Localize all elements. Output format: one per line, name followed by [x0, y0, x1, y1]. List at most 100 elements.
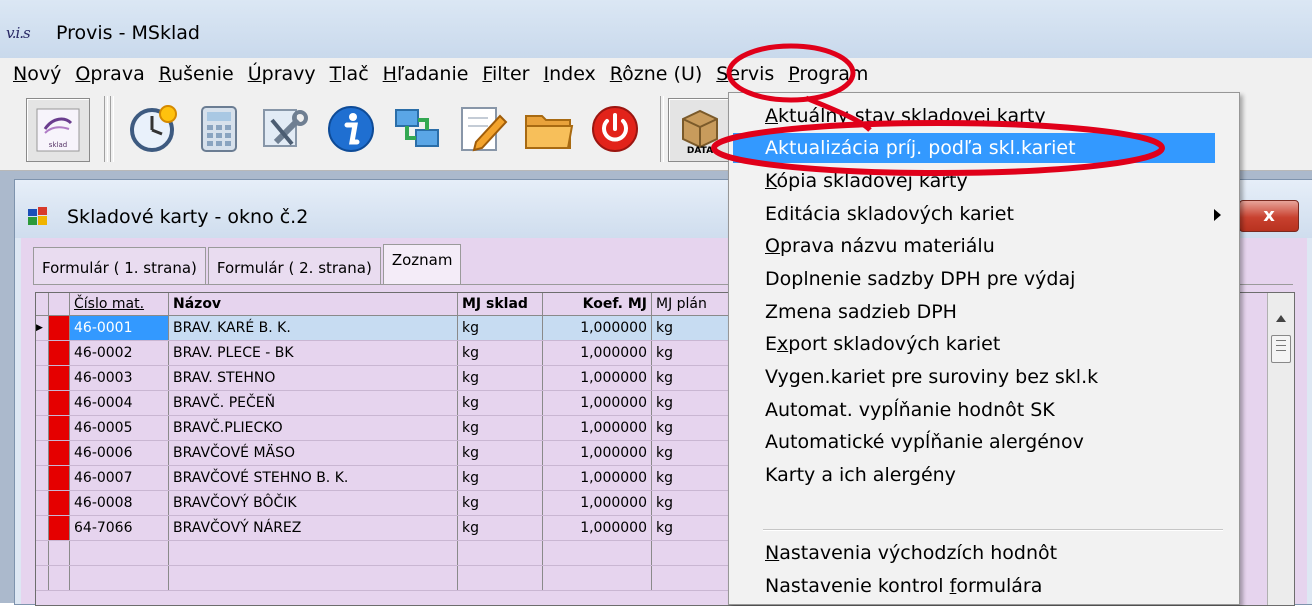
cell-cislo-mat[interactable]: 46-0007	[69, 465, 169, 491]
cell-cislo-mat[interactable]: 64-7066	[69, 515, 169, 541]
column-header-koef-mj[interactable]: Koef. MJ	[542, 293, 652, 316]
menu-item-export-skladovych-kariet[interactable]: Export skladových kariet	[765, 329, 1000, 359]
menu-item-doplnenie-sadzby-dph-pre-vydaj[interactable]: Doplnenie sadzby DPH pre výdaj	[765, 264, 1075, 294]
table-row[interactable]: 46-0002 BRAV. PLECE - BK kg 1,000000 kg	[36, 340, 731, 366]
tab-zoznam[interactable]: Zoznam	[382, 244, 462, 285]
cell-mj-plan[interactable]	[651, 540, 731, 566]
cell-cislo-mat[interactable]: 46-0005	[69, 415, 169, 441]
menu-servis[interactable]: Servis	[709, 59, 781, 89]
cell-koef-mj[interactable]: 1,000000	[542, 315, 652, 341]
data-button[interactable]: DATA	[668, 98, 732, 162]
cell-koef-mj[interactable]: 1,000000	[542, 465, 652, 491]
menu-upravy[interactable]: Úpravy	[241, 59, 323, 89]
menu-index[interactable]: Index	[536, 59, 602, 89]
cell-mj-plan[interactable]: kg	[651, 515, 731, 541]
cell-nazov[interactable]	[168, 565, 458, 591]
menu-oprava[interactable]: Oprava	[68, 59, 151, 89]
cell-mj-sklad[interactable]: kg	[457, 415, 543, 441]
menu-item-vygen-kariet-pre-suroviny-bez-skl-k[interactable]: Vygen.kariet pre suroviny bez skl.k	[765, 362, 1098, 392]
cell-mj-sklad[interactable]	[457, 565, 543, 591]
scroll-thumb[interactable]	[1271, 335, 1291, 363]
tab-formular-1[interactable]: Formulár ( 1. strana)	[33, 247, 206, 284]
clock-button[interactable]	[122, 98, 184, 160]
menu-item-aktualny-stav-skladovej-karty[interactable]: Aktuálny stav skladovej karty	[765, 101, 1046, 131]
menu-hladanie[interactable]: Hľadanie	[376, 59, 476, 89]
cell-nazov[interactable]: BRAVČOVÉ STEHNO B. K.	[168, 465, 458, 491]
cell-nazov[interactable]: BRAVČOVÝ NÁREZ	[168, 515, 458, 541]
menu-filter[interactable]: Filter	[475, 59, 536, 89]
table-row[interactable]: ▶ 46-0001 BRAV. KARÉ B. K. kg 1,000000 kg	[36, 315, 731, 341]
cell-cislo-mat[interactable]	[69, 565, 169, 591]
cell-mj-sklad[interactable]: kg	[457, 315, 543, 341]
cell-cislo-mat[interactable]: 46-0004	[69, 390, 169, 416]
cell-nazov[interactable]: BRAV. STEHNO	[168, 365, 458, 391]
scroll-up-arrow-icon[interactable]	[1276, 315, 1286, 322]
cell-mj-plan[interactable]: kg	[651, 465, 731, 491]
cell-koef-mj[interactable]: 1,000000	[542, 490, 652, 516]
cell-koef-mj[interactable]	[542, 565, 652, 591]
cell-mj-sklad[interactable]: kg	[457, 465, 543, 491]
cell-mj-plan[interactable]: kg	[651, 390, 731, 416]
menu-item-kopia-skladovej-karty[interactable]: Kópia skladovej karty	[765, 166, 968, 196]
column-header-mj-plan[interactable]: MJ plán	[651, 293, 731, 316]
cell-cislo-mat[interactable]: 46-0006	[69, 440, 169, 466]
network-button[interactable]	[386, 98, 448, 160]
edit-button[interactable]	[452, 98, 514, 160]
column-header-nazov[interactable]: Názov	[168, 293, 458, 316]
cell-nazov[interactable]: BRAVČ. PEČEŇ	[168, 390, 458, 416]
column-header-mj-sklad[interactable]: MJ sklad	[457, 293, 543, 316]
cell-nazov[interactable]: BRAVČOVÉ MÄSO	[168, 440, 458, 466]
cell-mj-sklad[interactable]: kg	[457, 365, 543, 391]
table-row[interactable]	[36, 565, 731, 591]
info-button[interactable]	[320, 98, 382, 160]
cell-mj-sklad[interactable]: kg	[457, 515, 543, 541]
grid-vertical-scrollbar[interactable]	[1267, 293, 1294, 605]
table-row[interactable]: 46-0005 BRAVČ.PLIECKO kg 1,000000 kg	[36, 415, 731, 441]
table-row[interactable]: 64-7066 BRAVČOVÝ NÁREZ kg 1,000000 kg	[36, 515, 731, 541]
cell-cislo-mat[interactable]	[69, 540, 169, 566]
cell-nazov[interactable]: BRAVČ.PLIECKO	[168, 415, 458, 441]
cell-cislo-mat[interactable]: 46-0003	[69, 365, 169, 391]
open-folder-button[interactable]	[518, 98, 580, 160]
cell-mj-plan[interactable]: kg	[651, 490, 731, 516]
menu-item-aktualizacia-prij-podla-skl-kariet[interactable]: Aktualizácia príj. podľa skl.kariet	[733, 133, 1215, 163]
menu-rozne-u[interactable]: Rôzne (U)	[603, 59, 709, 89]
menu-item-nastavenia-vychodzich-hodnot[interactable]: Nastavenia východzích hodnôt	[765, 538, 1057, 568]
menu-tlac[interactable]: Tlač	[323, 59, 376, 89]
cell-koef-mj[interactable]: 1,000000	[542, 340, 652, 366]
cell-cislo-mat[interactable]: 46-0001	[69, 315, 169, 341]
cell-mj-sklad[interactable]: kg	[457, 390, 543, 416]
cell-mj-plan[interactable]: kg	[651, 315, 731, 341]
table-row[interactable]: 46-0003 BRAV. STEHNO kg 1,000000 kg	[36, 365, 731, 391]
cell-cislo-mat[interactable]: 46-0008	[69, 490, 169, 516]
cell-mj-sklad[interactable]: kg	[457, 490, 543, 516]
tools-button[interactable]	[254, 98, 316, 160]
menu-item-zmena-sadzieb-dph[interactable]: Zmena sadzieb DPH	[765, 297, 957, 327]
cell-koef-mj[interactable]: 1,000000	[542, 390, 652, 416]
table-row[interactable]: 46-0007 BRAVČOVÉ STEHNO B. K. kg 1,000000 kg	[36, 465, 731, 491]
cell-nazov[interactable]: BRAV. KARÉ B. K.	[168, 315, 458, 341]
cell-cislo-mat[interactable]: 46-0002	[69, 340, 169, 366]
cell-koef-mj[interactable]: 1,000000	[542, 415, 652, 441]
cell-koef-mj[interactable]: 1,000000	[542, 515, 652, 541]
cell-mj-plan[interactable]: kg	[651, 415, 731, 441]
cell-koef-mj[interactable]: 1,000000	[542, 440, 652, 466]
table-row[interactable]: 46-0006 BRAVČOVÉ MÄSO kg 1,000000 kg	[36, 440, 731, 466]
cell-nazov[interactable]: BRAV. PLECE - BK	[168, 340, 458, 366]
cell-mj-plan[interactable]: kg	[651, 340, 731, 366]
menu-item-editacia-skladovych-kariet[interactable]: Editácia skladových kariet	[765, 199, 1014, 229]
menu-item-karty-a-ich-alergeny[interactable]: Karty a ich alergény	[765, 460, 956, 490]
sklad-logo-button[interactable]: sklad	[26, 98, 90, 162]
calculator-button[interactable]	[188, 98, 250, 160]
cell-nazov[interactable]	[168, 540, 458, 566]
table-row[interactable]: 46-0008 BRAVČOVÝ BÔČIK kg 1,000000 kg	[36, 490, 731, 516]
menu-item-nastavenie-kontrol-formulara[interactable]: Nastavenie kontrol formulára	[765, 571, 1042, 601]
table-row[interactable]	[36, 540, 731, 566]
cell-koef-mj[interactable]: 1,000000	[542, 365, 652, 391]
cell-koef-mj[interactable]	[542, 540, 652, 566]
cell-nazov[interactable]: BRAVČOVÝ BÔČIK	[168, 490, 458, 516]
exit-button[interactable]	[584, 98, 646, 160]
cell-mj-sklad[interactable]	[457, 540, 543, 566]
table-row[interactable]: 46-0004 BRAVČ. PEČEŇ kg 1,000000 kg	[36, 390, 731, 416]
tab-formular-2[interactable]: Formulár ( 2. strana)	[207, 247, 381, 284]
